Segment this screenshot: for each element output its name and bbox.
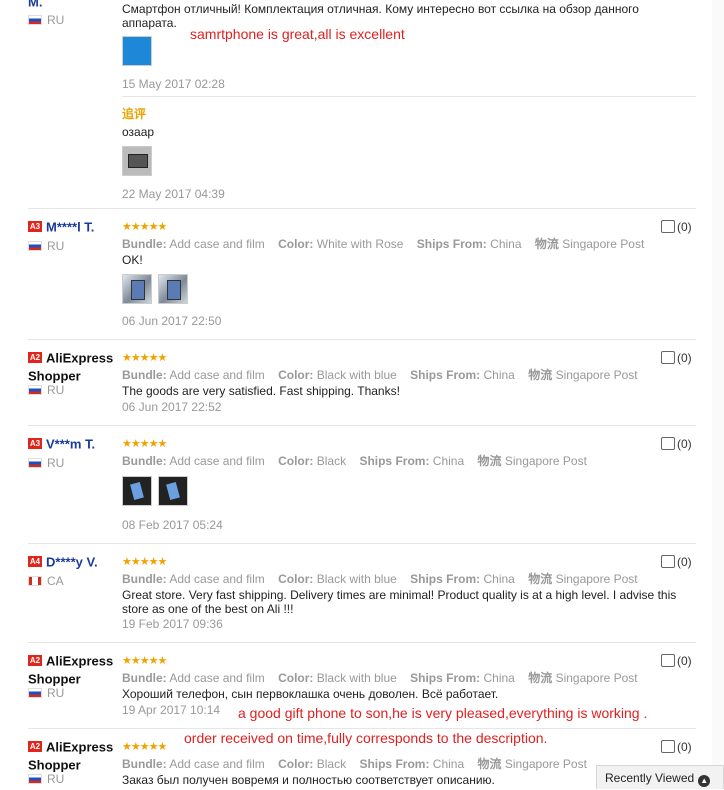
review-photo[interactable] — [158, 274, 188, 304]
canada-flag-icon — [28, 576, 42, 586]
review-photo[interactable] — [122, 274, 152, 304]
russia-flag-icon — [28, 774, 42, 784]
buyer-level-badge: A2 — [28, 741, 42, 753]
followup-text: озаар — [122, 125, 155, 139]
thumbs-up-icon — [661, 555, 675, 568]
helpful-button[interactable]: (0) — [661, 220, 692, 234]
reviewer-country: RU — [28, 383, 64, 397]
star-rating: ★★★★★ — [122, 221, 167, 233]
review-date: 15 May 2017 02:28 — [122, 77, 225, 91]
recently-viewed-tab[interactable]: Recently Viewed ▲ — [596, 765, 724, 789]
buyer-level-badge: A2 — [28, 655, 42, 667]
buyer-level-badge: A4 — [28, 556, 42, 568]
review-date: 08 Feb 2017 05:24 — [122, 518, 223, 532]
order-attributes: Bundle: Add case and film Color: Black w… — [122, 572, 638, 586]
reviewer-country: RU — [28, 686, 64, 700]
reviewer-name[interactable]: M****l T. — [46, 219, 94, 234]
review-text: Great store. Very fast shipping. Deliver… — [122, 588, 677, 616]
star-rating: ★★★★★ — [122, 438, 167, 450]
review-text: The goods are very satisfied. Fast shipp… — [122, 384, 400, 398]
review-text: Хороший телефон, сын первоклашка очень д… — [122, 687, 499, 701]
buyer-level-badge: A3 — [28, 221, 42, 233]
russia-flag-icon — [28, 15, 42, 25]
reviewer-country: CA — [28, 574, 64, 588]
order-attributes: Bundle: Add case and film Color: Black S… — [122, 454, 587, 468]
scrollbar[interactable] — [712, 0, 724, 765]
thumbs-up-icon — [661, 437, 675, 450]
buyer-level-badge: A2 — [28, 352, 42, 364]
star-rating: ★★★★★ — [122, 655, 167, 667]
helpful-button[interactable]: (0) — [661, 351, 692, 365]
thumbs-up-icon — [661, 654, 675, 667]
reviewer-country: RU — [28, 13, 64, 27]
thumbs-up-icon — [661, 220, 675, 233]
review-date: 06 Jun 2017 22:50 — [122, 314, 222, 328]
review-date: 06 Jun 2017 22:52 — [122, 400, 222, 414]
star-rating: ★★★★★ — [122, 352, 167, 364]
order-attributes: Bundle: Add case and film Color: Black w… — [122, 368, 638, 382]
reviewer-name[interactable]: D****y V. — [46, 554, 98, 569]
chevron-up-icon: ▲ — [698, 775, 711, 787]
order-attributes: Bundle: Add case and film Color: Black S… — [122, 757, 587, 771]
reviewer-country: RU — [28, 772, 64, 786]
russia-flag-icon — [28, 385, 42, 395]
helpful-button[interactable]: (0) — [661, 555, 692, 569]
thumbs-up-icon — [661, 351, 675, 364]
thumbs-up-icon — [661, 740, 675, 753]
review-photo[interactable] — [158, 476, 188, 506]
translation-annotation: order received on time,fully corresponds… — [184, 730, 548, 746]
review-photo[interactable] — [122, 146, 152, 176]
reviewer-country: RU — [28, 456, 64, 470]
star-rating: ★★★★★ — [122, 741, 167, 753]
helpful-button[interactable]: (0) — [661, 654, 692, 668]
reviewer-country: RU — [28, 239, 64, 253]
review-text: OK! — [122, 253, 143, 267]
review-date: 19 Feb 2017 09:36 — [122, 617, 223, 631]
russia-flag-icon — [28, 688, 42, 698]
review-photo[interactable] — [122, 476, 152, 506]
translation-annotation: samrtphone is great,all is excellent — [190, 26, 405, 42]
followup-label: 追评 — [122, 107, 147, 121]
russia-flag-icon — [28, 458, 42, 468]
review-photo[interactable] — [122, 36, 152, 66]
order-attributes: Bundle: Add case and film Color: White w… — [122, 237, 645, 251]
helpful-button[interactable]: (0) — [661, 740, 692, 754]
reviewer-name[interactable]: V***m T. — [46, 436, 95, 451]
buyer-level-badge: A3 — [28, 438, 42, 450]
translation-annotation: a good gift phone to son,he is very plea… — [238, 705, 648, 721]
followup-date: 22 May 2017 04:39 — [122, 187, 225, 201]
review-date: 19 Apr 2017 10:14 — [122, 703, 221, 717]
order-attributes: Bundle: Add case and film Color: Black w… — [122, 671, 638, 685]
helpful-button[interactable]: (0) — [661, 437, 692, 451]
star-rating: ★★★★★ — [122, 556, 167, 568]
recently-viewed-label: Recently Viewed — [605, 771, 695, 785]
russia-flag-icon — [28, 241, 42, 251]
reviewer-name[interactable]: M. — [28, 0, 42, 9]
